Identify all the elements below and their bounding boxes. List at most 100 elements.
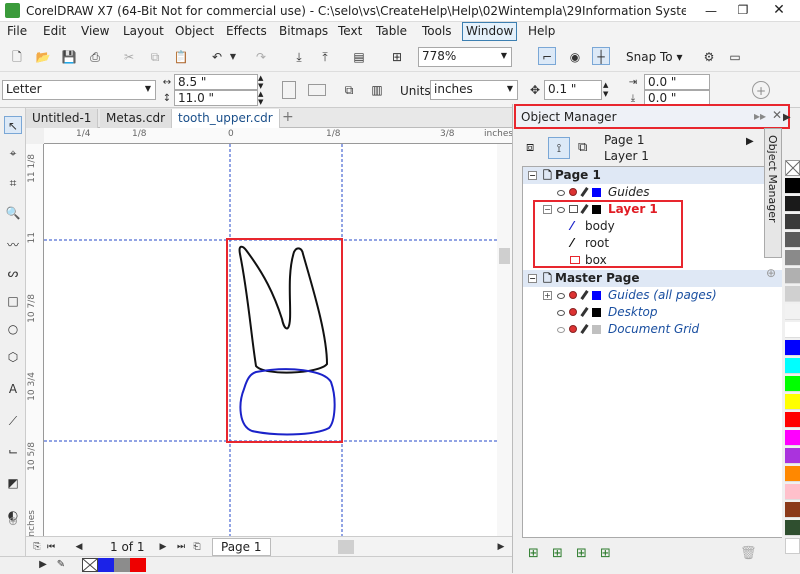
menu-file[interactable]: File xyxy=(7,24,27,38)
menu-bitmaps[interactable]: Bitmaps xyxy=(279,24,328,38)
red-swatch[interactable] xyxy=(130,558,146,572)
palette-swatch[interactable] xyxy=(785,412,800,428)
add-docker-icon[interactable]: ⊕ xyxy=(766,266,776,280)
paper-type-select[interactable]: Letter ▼ xyxy=(2,80,156,100)
copy-icon[interactable]: ⧉ xyxy=(146,48,164,66)
page-height-field[interactable]: 11.0 " xyxy=(174,90,258,106)
collapse-icon[interactable]: − xyxy=(543,205,552,214)
horizontal-scroll-thumb[interactable] xyxy=(338,540,354,554)
editable-pencil-icon[interactable] xyxy=(580,204,589,214)
horizontal-ruler[interactable]: 1/4 1/8 0 1/8 3/8 inches xyxy=(44,128,513,144)
close-window-button[interactable]: ✕ xyxy=(762,2,796,18)
edit-across-layers-icon[interactable]: ⟟ xyxy=(548,137,570,159)
palette-swatch[interactable] xyxy=(785,304,800,320)
paste-icon[interactable]: 📋 xyxy=(172,48,190,66)
open-icon[interactable]: 📂 xyxy=(34,48,52,66)
editable-pencil-icon[interactable] xyxy=(580,324,589,334)
menu-table[interactable]: Table xyxy=(376,24,407,38)
pdf-icon[interactable]: ▤ xyxy=(350,48,368,66)
show-rulers-icon[interactable]: ◉ xyxy=(566,48,584,66)
drop-shadow-tool-icon[interactable]: ◩ xyxy=(4,474,22,492)
tree-row-guides-all-pages[interactable]: + Guides (all pages) xyxy=(523,287,785,304)
printable-icon[interactable] xyxy=(569,325,577,333)
editable-pencil-icon[interactable] xyxy=(580,307,589,317)
new-tab-icon[interactable]: + xyxy=(282,109,294,125)
palette-swatch[interactable] xyxy=(785,268,800,284)
palette-swatch[interactable] xyxy=(785,520,800,536)
add-tool-icon[interactable]: ⊕ xyxy=(4,512,22,530)
close-docker-icon[interactable]: ✕ xyxy=(772,108,782,122)
ellipse-tool-icon[interactable]: ○ xyxy=(4,320,22,338)
palette-swatch[interactable] xyxy=(785,448,800,464)
layer-manager-view-icon[interactable]: ⧉ xyxy=(578,140,587,155)
body-curve[interactable] xyxy=(239,368,336,436)
tree-row-body[interactable]: ⁄ body xyxy=(523,218,785,235)
scroll-right-icon[interactable]: ▶ xyxy=(492,538,510,556)
show-grid-icon[interactable]: ┼ xyxy=(592,47,610,65)
palette-swatch[interactable] xyxy=(785,394,800,410)
polygon-tool-icon[interactable]: ⬡ xyxy=(4,348,22,366)
current-page-icon[interactable]: ▥ xyxy=(368,81,386,99)
page-width-field[interactable]: 8.5 " xyxy=(174,74,258,90)
freehand-tool-icon[interactable]: 〰 xyxy=(4,236,22,254)
palette-menu-icon[interactable]: ▶ xyxy=(34,556,52,574)
tree-row-box[interactable]: box xyxy=(523,252,785,269)
delete-icon[interactable]: 🗑 xyxy=(740,546,757,561)
nudge-distance-field[interactable]: 0.1 " xyxy=(544,80,602,100)
tree-row-page-1[interactable]: − 🗋 Page 1 xyxy=(523,167,785,184)
object-manager-side-tab[interactable]: Object Manager xyxy=(764,128,782,258)
tree-row-master-page[interactable]: − 🗋 Master Page xyxy=(523,270,785,287)
visibility-eye-icon[interactable] xyxy=(557,190,565,196)
visibility-eye-icon[interactable] xyxy=(557,310,565,316)
printable-icon[interactable] xyxy=(569,308,577,316)
docker-menu-icon[interactable]: ▶ xyxy=(746,136,754,147)
palette-swatch[interactable] xyxy=(785,466,800,482)
cut-icon[interactable]: ✂ xyxy=(120,48,138,66)
tree-row-document-grid[interactable]: Document Grid xyxy=(523,321,785,338)
expand-icon[interactable]: + xyxy=(543,291,552,300)
next-page-icon[interactable]: ▶ xyxy=(154,538,172,556)
new-master-layer-odd-icon[interactable]: ⊞ xyxy=(600,546,611,561)
height-spinner[interactable]: ▲ ▼ xyxy=(258,90,263,106)
menu-text[interactable]: Text xyxy=(338,24,362,38)
expand-docker-icon[interactable]: ▸▸ xyxy=(754,109,766,123)
menu-object[interactable]: Object xyxy=(175,24,214,38)
page-tab-1[interactable]: Page 1 xyxy=(212,538,271,556)
save-icon[interactable]: 💾 xyxy=(60,48,78,66)
collapse-icon[interactable]: − xyxy=(528,274,537,283)
options-gear-icon[interactable]: ⚙ xyxy=(700,48,718,66)
text-tool-icon[interactable]: A xyxy=(4,380,22,398)
blue-swatch[interactable] xyxy=(98,558,114,572)
new-master-layer-even-icon[interactable]: ⊞ xyxy=(576,546,587,561)
visibility-eye-icon[interactable] xyxy=(557,327,565,333)
tab-metas[interactable]: Metas.cdr xyxy=(100,109,173,128)
minimize-button[interactable]: — xyxy=(696,4,726,18)
menu-help[interactable]: Help xyxy=(528,24,555,38)
add-page-icon[interactable]: ⎗ xyxy=(188,538,206,556)
full-screen-icon[interactable]: ⌐ xyxy=(538,47,556,65)
show-properties-icon[interactable]: ⧈ xyxy=(526,140,534,155)
width-spinner[interactable]: ▲ ▼ xyxy=(258,74,263,90)
palette-swatch[interactable] xyxy=(785,178,800,194)
connector-tool-icon[interactable]: ⌙ xyxy=(4,442,22,460)
palette-swatch[interactable] xyxy=(785,232,800,248)
print-icon[interactable]: ⎙ xyxy=(86,48,104,66)
vertical-ruler[interactable]: 11 1/8 11 10 7/8 10 3/4 10 5/8 inches xyxy=(26,144,44,539)
printable-icon[interactable] xyxy=(569,205,578,213)
import-icon[interactable]: ⤓ xyxy=(290,48,308,66)
no-color-swatch[interactable] xyxy=(82,558,98,572)
rectangle-tool-icon[interactable]: □ xyxy=(4,292,22,310)
pick-tool-icon[interactable]: ↖ xyxy=(4,116,22,134)
tab-tooth-upper[interactable]: tooth_upper.cdr xyxy=(172,109,280,128)
new-master-layer-icon[interactable]: ⊞ xyxy=(552,546,563,561)
menu-edit[interactable]: Edit xyxy=(43,24,66,38)
gray-swatch[interactable] xyxy=(114,558,130,572)
snap-to-button[interactable]: Snap To ▾ xyxy=(626,50,682,64)
crop-tool-icon[interactable]: ⌗ xyxy=(4,174,22,192)
zoom-level-field[interactable]: 778% ▼ xyxy=(418,47,512,67)
add-icon[interactable]: + xyxy=(752,81,770,99)
launch-icon[interactable]: ▭ xyxy=(726,48,744,66)
tree-row-desktop[interactable]: Desktop xyxy=(523,304,785,321)
menu-view[interactable]: View xyxy=(81,24,109,38)
docker-collapse-icon[interactable]: ▶ xyxy=(783,112,791,123)
